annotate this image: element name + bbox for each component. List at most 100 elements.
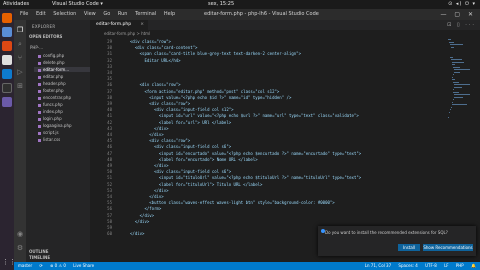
firefox-icon[interactable] [2,13,12,23]
live-share-button[interactable]: Live Share [73,263,94,268]
code-line[interactable]: </div> [130,126,168,131]
file-item[interactable]: funcs.php [38,102,63,107]
file-item[interactable]: header.php [38,81,66,86]
software-icon[interactable] [2,41,12,51]
code-line[interactable]: <div class="row"> [130,101,190,106]
indentation[interactable]: Spaces: 4 [398,263,417,268]
code-line[interactable]: <div class="card-content"> [130,45,198,50]
source-control-icon[interactable]: ⑂ [16,54,24,62]
code-line[interactable]: <button class="waves-effect waves-light … [130,200,334,205]
menu-go[interactable]: Go [103,11,110,17]
code-line[interactable]: <div class="input-field col s6"> [130,169,231,174]
line-number: 41 [107,113,112,119]
menu-file[interactable]: File [20,11,28,17]
code-line[interactable]: </div> [130,213,154,218]
files-icon[interactable] [2,27,12,37]
code-line[interactable]: Editar URL</h4> [130,58,180,63]
code-line[interactable]: <div class="row"> [130,138,190,143]
tab-editar-form[interactable]: editar-form.php × [90,20,148,30]
terminal-icon[interactable] [2,83,12,93]
open-editors-section[interactable]: OPEN EDITORS [29,34,62,39]
window-controls[interactable]: — ▢ ✕ [440,11,476,18]
code-line[interactable]: </div> [130,194,163,199]
line-number: 46 [107,144,112,150]
menu-run[interactable]: Run [118,11,128,17]
code-line[interactable]: </div> [130,219,149,224]
app-menu[interactable]: Visual Studio Code ▾ [52,1,103,7]
code-line[interactable]: </div> [130,163,168,168]
code-line[interactable]: <div class="row"> [130,82,181,87]
run-debug-icon[interactable]: ▷ [16,68,24,76]
show-recommendations-button[interactable]: Show Recommendations [423,244,473,251]
system-tray[interactable]: ⊙ ◂) ⏻ ▾ [448,1,476,7]
outline-section[interactable]: OUTLINE [29,249,49,254]
search-icon[interactable]: ⌕ [16,40,24,48]
chrome-icon[interactable] [2,55,12,65]
code-line[interactable]: <input value="<?php echo $id ?>" name="i… [130,95,291,100]
breadcrumb[interactable]: editar-form.php > html [90,30,480,37]
file-item[interactable]: script.js [38,130,59,135]
minimap-line [452,79,456,80]
code-line[interactable]: <span class="card-title blue-grey-text t… [130,51,301,56]
file-item[interactable]: footer.php [38,88,64,93]
gear-icon[interactable]: ⚙ [16,244,24,252]
code-line[interactable]: </div> [130,132,163,137]
code-line[interactable]: <div class="row"> [130,39,171,44]
code-line[interactable]: </div> [130,188,168,193]
code-line[interactable]: <label for="encurtado"> Nome URL </label… [130,157,258,162]
code-line[interactable]: </form> [130,206,161,211]
code-line[interactable]: </div> [130,231,144,236]
install-button[interactable]: Install [398,244,420,251]
minimap[interactable] [448,39,474,129]
problems-indicator[interactable]: ⊗ 0 ⚠ 0 [50,263,66,268]
line-number: 39 [107,101,112,106]
bell-icon[interactable]: 🔔 [471,263,476,268]
encoding[interactable]: UTF-8 [425,263,437,268]
branch-indicator[interactable]: master [18,263,32,268]
file-item[interactable]: login.php [38,116,62,121]
code-line[interactable]: <input id="tituloUrl" value="<?php echo … [130,175,361,180]
language-mode[interactable]: PHP [456,263,464,268]
file-item[interactable]: config.php [38,53,64,58]
explorer-icon[interactable]: ❐ [16,26,24,34]
code-line[interactable]: <form action="editar.php" method="post" … [130,89,279,94]
file-item[interactable]: encontrar.php [38,95,71,100]
menu-selection[interactable]: Selection [53,11,76,17]
line-number: 56 [107,206,112,212]
file-item[interactable]: delete.php [38,60,65,65]
menu-edit[interactable]: Edit [36,11,46,17]
sync-icon[interactable]: ⟳ [39,263,42,268]
code-line[interactable]: <div class="input-field col s12"> [130,107,233,112]
code-line[interactable]: <div class="input-field col s6"> [130,144,231,149]
project-folder[interactable]: PHP-... [30,45,43,50]
code-line[interactable]: <input id="url" value="<?php echo $url ?… [130,113,359,118]
code-line[interactable]: <label for="tituloUrl"> Titulo URL </lab… [130,182,263,187]
timeline-section[interactable]: TIMELINE [29,255,50,260]
line-number: 32 [107,57,112,63]
show-apps-icon[interactable]: ⋮⋮ [2,257,16,267]
minimap-line [454,84,470,85]
code-line[interactable]: <input id="encurtado" value="<?php echo … [130,151,361,156]
file-item[interactable]: index.php [38,109,63,114]
file-item[interactable]: editar.php [38,74,63,79]
close-icon[interactable]: × [140,20,144,30]
minimap-line [450,44,464,45]
minimap-line [453,66,460,68]
file-item[interactable]: logaagina.php [38,123,72,128]
menu-view[interactable]: View [84,11,96,17]
menu-terminal[interactable]: Terminal [135,11,156,17]
end-of-line[interactable]: LF [444,263,449,268]
minimap-line [453,89,455,90]
clock[interactable]: sex, 15:25 [208,1,234,7]
cursor-position[interactable]: Ln 71, Col 37 [365,263,391,268]
extensions-icon[interactable]: ⊞ [16,82,24,90]
code-line[interactable]: <label for="url"> URl </label> [130,120,231,125]
activities-button[interactable]: Atividades [3,1,29,7]
file-item[interactable]: listar.css [38,137,60,142]
app-icon[interactable] [2,97,12,107]
vscode-icon[interactable] [2,69,12,79]
menu-help[interactable]: Help [164,11,175,17]
account-icon[interactable]: ◉ [16,230,24,238]
file-item-selected[interactable]: editar-form... [34,67,94,72]
tab-actions[interactable]: ⊡ ▯ ··· [447,22,476,28]
